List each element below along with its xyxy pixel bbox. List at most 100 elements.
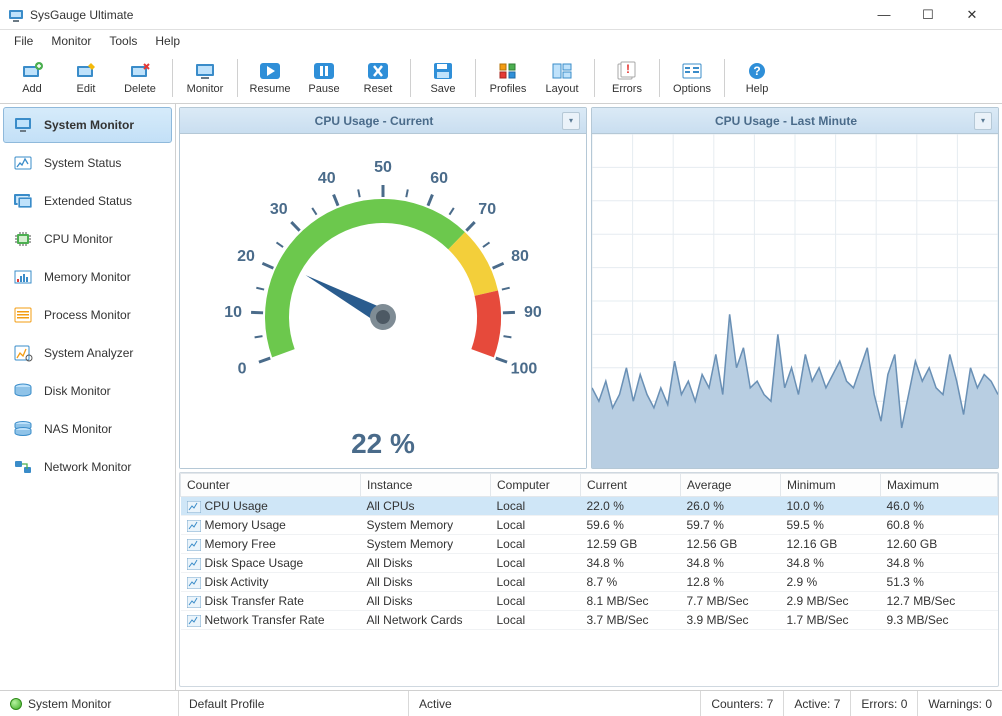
- close-button[interactable]: ✕: [950, 0, 994, 29]
- menu-monitor[interactable]: Monitor: [43, 32, 99, 50]
- menu-file[interactable]: File: [6, 32, 41, 50]
- delete-icon: [127, 60, 153, 82]
- counter-icon: [187, 501, 201, 513]
- gauge-panel-header: CPU Usage - Current ▾: [180, 108, 586, 134]
- toolbar-pause-button[interactable]: Pause: [298, 55, 350, 101]
- toolbar-add-button[interactable]: Add: [6, 55, 58, 101]
- svg-text:30: 30: [270, 201, 288, 218]
- sidebar-item-nas-monitor[interactable]: NAS Monitor: [3, 411, 172, 447]
- options-icon: [679, 60, 705, 82]
- resume-icon: [257, 60, 283, 82]
- menu-help[interactable]: Help: [147, 32, 188, 50]
- table-header-row: CounterInstanceComputerCurrentAverageMin…: [181, 474, 998, 497]
- table-column-header[interactable]: Computer: [491, 474, 581, 497]
- main-area: System MonitorSystem Status Extended Stat…: [0, 104, 1002, 690]
- table-row[interactable]: CPU UsageAll CPUsLocal22.0 %26.0 %10.0 %…: [181, 497, 998, 516]
- status-counters: Counters: 7: [700, 691, 783, 716]
- status-warnings: Warnings: 0: [917, 691, 1002, 716]
- toolbar-monitor-label: Monitor: [187, 83, 224, 95]
- toolbar-layout-button[interactable]: Layout: [536, 55, 588, 101]
- sidebar-item-label: Extended Status: [44, 194, 132, 208]
- toolbar-delete-button[interactable]: Delete: [114, 55, 166, 101]
- table-column-header[interactable]: Current: [581, 474, 681, 497]
- sidebar-item-network-monitor[interactable]: Network Monitor: [3, 449, 172, 485]
- toolbar-reset-button[interactable]: Reset: [352, 55, 404, 101]
- sidebar-item-process-monitor[interactable]: Process Monitor: [3, 297, 172, 333]
- sidebar-item-label: Process Monitor: [44, 308, 131, 322]
- pause-icon: [311, 60, 337, 82]
- gauge-panel-title: CPU Usage - Current: [186, 114, 562, 128]
- minimize-button[interactable]: —: [862, 0, 906, 29]
- menu-tools[interactable]: Tools: [101, 32, 145, 50]
- toolbar-edit-button[interactable]: Edit: [60, 55, 112, 101]
- status-monitor: System Monitor: [0, 691, 178, 716]
- counter-icon: [187, 539, 201, 551]
- table-row[interactable]: Memory FreeSystem MemoryLocal12.59 GB12.…: [181, 535, 998, 554]
- gauge-panel: CPU Usage - Current ▾ 010203040506070809…: [179, 107, 587, 469]
- toolbar-save-button[interactable]: Save: [417, 55, 469, 101]
- table-column-header[interactable]: Instance: [361, 474, 491, 497]
- sidebar-item-label: System Analyzer: [44, 346, 133, 360]
- table-row[interactable]: Disk ActivityAll DisksLocal8.7 %12.8 %2.…: [181, 573, 998, 592]
- errors-icon: !: [614, 60, 640, 82]
- content-area: CPU Usage - Current ▾ 010203040506070809…: [176, 104, 1002, 690]
- table-column-header[interactable]: Average: [681, 474, 781, 497]
- toolbar-separator: [172, 59, 173, 97]
- sidebar-item-memory-monitor[interactable]: Memory Monitor: [3, 259, 172, 295]
- line-chart: [592, 134, 998, 468]
- sidebar-item-cpu-monitor[interactable]: CPU Monitor: [3, 221, 172, 257]
- table-column-header[interactable]: Counter: [181, 474, 361, 497]
- chart-panel-header: CPU Usage - Last Minute ▾: [592, 108, 998, 134]
- counter-icon: [187, 558, 201, 570]
- statusbar: System Monitor Default Profile Active Co…: [0, 690, 1002, 716]
- svg-text:60: 60: [430, 170, 448, 187]
- toolbar-separator: [724, 59, 725, 97]
- table-row[interactable]: Memory UsageSystem MemoryLocal59.6 %59.7…: [181, 516, 998, 535]
- table-body: CPU UsageAll CPUsLocal22.0 %26.0 %10.0 %…: [181, 497, 998, 630]
- toolbar-pause-label: Pause: [308, 83, 339, 95]
- table-column-header[interactable]: Maximum: [881, 474, 998, 497]
- svg-text:?: ?: [753, 64, 760, 78]
- menubar: FileMonitorToolsHelp: [0, 30, 1002, 52]
- save-icon: [430, 60, 456, 82]
- toolbar-resume-button[interactable]: Resume: [244, 55, 296, 101]
- help-icon: ?: [744, 60, 770, 82]
- toolbar-errors-label: Errors: [612, 83, 642, 95]
- disk-monitor-icon: [12, 382, 34, 400]
- toolbar-separator: [594, 59, 595, 97]
- toolbar-separator: [475, 59, 476, 97]
- chart-panel-title: CPU Usage - Last Minute: [598, 114, 974, 128]
- gauge-panel-options-button[interactable]: ▾: [562, 112, 580, 130]
- status-counters-label: Counters: 7: [711, 697, 773, 711]
- table-column-header[interactable]: Minimum: [781, 474, 881, 497]
- sidebar-item-extended-status[interactable]: Extended Status: [3, 183, 172, 219]
- sidebar-item-system-monitor[interactable]: System Monitor: [3, 107, 172, 143]
- toolbar-help-button[interactable]: ? Help: [731, 55, 783, 101]
- chart-panel-options-button[interactable]: ▾: [974, 112, 992, 130]
- system-status-icon: [12, 154, 34, 172]
- counter-icon: [187, 577, 201, 589]
- gauge-value-label: 22 %: [351, 428, 415, 460]
- sidebar-item-label: CPU Monitor: [44, 232, 113, 246]
- svg-text:50: 50: [374, 159, 392, 176]
- system-analyzer-icon: [12, 344, 34, 362]
- table-row[interactable]: Disk Space UsageAll DisksLocal34.8 %34.8…: [181, 554, 998, 573]
- maximize-button[interactable]: ☐: [906, 0, 950, 29]
- cpu-monitor-icon: [12, 230, 34, 248]
- panels-row: CPU Usage - Current ▾ 010203040506070809…: [179, 107, 999, 469]
- status-profile: Default Profile: [178, 691, 408, 716]
- table-row[interactable]: Disk Transfer RateAll DisksLocal8.1 MB/S…: [181, 592, 998, 611]
- toolbar-options-button[interactable]: Options: [666, 55, 718, 101]
- table-row[interactable]: Network Transfer RateAll Network CardsLo…: [181, 611, 998, 630]
- toolbar-help-label: Help: [746, 83, 769, 95]
- sidebar-item-disk-monitor[interactable]: Disk Monitor: [3, 373, 172, 409]
- sidebar-item-system-status[interactable]: System Status: [3, 145, 172, 181]
- sidebar-item-system-analyzer[interactable]: System Analyzer: [3, 335, 172, 371]
- system-monitor-icon: [12, 116, 34, 134]
- counter-icon: [187, 615, 201, 627]
- toolbar-profiles-button[interactable]: Profiles: [482, 55, 534, 101]
- svg-text:!: !: [626, 62, 630, 76]
- toolbar-errors-button[interactable]: ! Errors: [601, 55, 653, 101]
- svg-text:100: 100: [511, 360, 538, 377]
- toolbar-monitor-button[interactable]: Monitor: [179, 55, 231, 101]
